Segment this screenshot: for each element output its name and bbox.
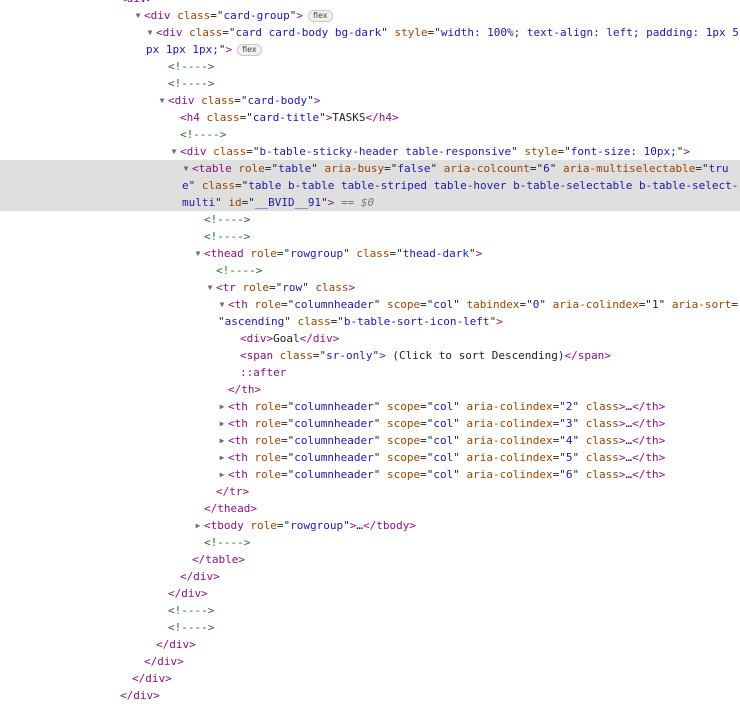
dom-close-div[interactable]: </div> [0, 670, 740, 687]
dom-node-th-collapsed[interactable]: ▶ <th role="columnheader" scope="col" ari… [0, 466, 740, 483]
tag-name: div [162, 26, 183, 39]
expand-arrow-icon[interactable]: ▼ [144, 24, 156, 41]
expand-arrow-icon[interactable]: ▼ [132, 7, 144, 24]
dom-comment[interactable]: <!----> [0, 75, 740, 92]
expand-arrow-icon[interactable]: ▼ [204, 279, 216, 296]
collapsed-arrow-icon[interactable]: ▶ [216, 449, 228, 466]
dom-comment[interactable]: <!----> [0, 262, 740, 279]
dom-node-sticky-header[interactable]: ▼ <div class="b-table-sticky-header table… [0, 143, 740, 160]
dom-close-th[interactable]: </th> [0, 381, 740, 398]
dom-node-card-group[interactable]: ▼ <div class="card-group"> flex [0, 7, 740, 24]
dom-close-div[interactable]: </div> [0, 568, 740, 585]
tag-name: div [150, 9, 171, 22]
dom-node-goal[interactable]: <div>Goal</div> [0, 330, 740, 347]
expand-arrow-icon[interactable]: ▼ [156, 92, 168, 109]
expand-arrow-icon[interactable]: ▼ [168, 143, 180, 160]
dom-close-thead[interactable]: </thead> [0, 500, 740, 517]
flex-badge[interactable]: flex [307, 10, 333, 22]
expand-arrow-icon[interactable]: ▼ [192, 245, 204, 262]
dom-node-wrap-line[interactable]: px 1px 1px;"> flex [0, 41, 740, 58]
dom-node-card-body-dark[interactable]: ▼ <div class="card card-body bg-dark" sty… [0, 24, 740, 41]
dom-node-card-body[interactable]: ▼ <div class="card-body"> [0, 92, 740, 109]
dom-close-div[interactable]: </div> [0, 636, 740, 653]
dom-node-th-collapsed[interactable]: ▶ <th role="columnheader" scope="col" ari… [0, 398, 740, 415]
selected-marker: == $0 [340, 196, 375, 209]
collapsed-arrow-icon[interactable]: ▶ [192, 517, 204, 534]
flex-badge[interactable]: flex [237, 44, 262, 56]
dom-node-table-selected[interactable]: ▼ <table role="table" aria-busy="false" a… [0, 160, 740, 177]
attr-value: card-group [223, 9, 290, 22]
node-text: Goal [273, 332, 300, 345]
dom-comment[interactable]: <!----> [0, 211, 740, 228]
dom-comment[interactable]: <!----> [0, 58, 740, 75]
dom-close-div[interactable]: </div> [0, 585, 740, 602]
dom-node-span-sr-only[interactable]: <span class="sr-only"> (Click to sort De… [0, 347, 740, 364]
dom-node-th-wrap[interactable]: "ascending" class="b-table-sort-icon-lef… [0, 313, 740, 330]
collapsed-arrow-icon[interactable]: ▶ [216, 466, 228, 483]
dom-comment[interactable]: <!----> [0, 228, 740, 245]
expand-arrow-icon[interactable]: ▼ [180, 160, 192, 177]
dom-node-th-collapsed[interactable]: ▶ <th role="columnheader" scope="col" ari… [0, 449, 740, 466]
dom-pseudo-after[interactable]: ::after [0, 364, 740, 381]
dom-close-table[interactable]: </table> [0, 551, 740, 568]
dom-node-h4[interactable]: <h4 class="card-title">TASKS</h4> [0, 109, 740, 126]
node-text: TASKS [332, 111, 366, 124]
tag-text: < [120, 0, 127, 5]
dom-node-thead[interactable]: ▼ <thead role="rowgroup" class="thead-dar… [0, 245, 740, 262]
dom-tree: <div> ▼<div class="card-group">flex ▼<di… [0, 0, 740, 704]
dom-node-th-1[interactable]: ▼ <th role="columnheader" scope="col" tab… [0, 296, 740, 313]
dom-close-tr[interactable]: </tr> [0, 483, 740, 500]
node-text: (Click to sort Descending) [385, 349, 565, 362]
dom-comment[interactable]: <!----> [0, 534, 740, 551]
collapsed-arrow-icon[interactable]: ▶ [216, 415, 228, 432]
dom-comment[interactable]: <!----> [0, 619, 740, 636]
expand-arrow-icon[interactable]: ▼ [216, 296, 228, 313]
dom-node-table-wrap[interactable]: multi" id="__BVID__91"> == $0 [0, 194, 740, 211]
dom-comment[interactable]: <!----> [0, 126, 740, 143]
collapsed-arrow-icon[interactable]: ▶ [216, 398, 228, 415]
dom-node-th-collapsed[interactable]: ▶ <th role="columnheader" scope="col" ari… [0, 415, 740, 432]
tag-name: div [127, 0, 147, 5]
dom-comment[interactable]: <!----> [0, 602, 740, 619]
dom-close-div[interactable]: </div> [0, 687, 740, 704]
dom-node-th-collapsed[interactable]: ▶ <th role="columnheader" scope="col" ari… [0, 432, 740, 449]
dom-node-table-wrap[interactable]: e" class="table b-table table-striped ta… [0, 177, 740, 194]
dom-node-tbody[interactable]: ▶ <tbody role="rowgroup">…</tbody> [0, 517, 740, 534]
attr-name: class [177, 9, 211, 22]
collapsed-arrow-icon[interactable]: ▶ [216, 432, 228, 449]
dom-node-line[interactable]: <div> [0, 0, 740, 7]
dom-node-tr[interactable]: ▼ <tr role="row" class> [0, 279, 740, 296]
dom-close-div[interactable]: </div> [0, 653, 740, 670]
